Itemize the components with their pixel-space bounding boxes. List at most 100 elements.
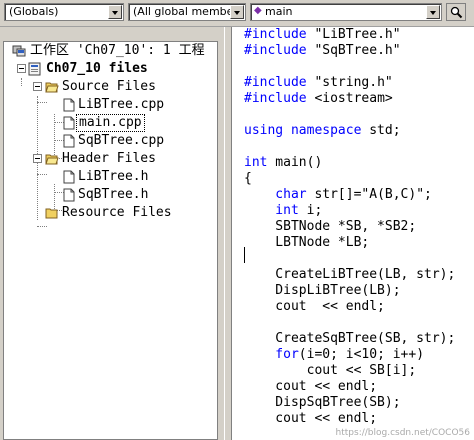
file-icon xyxy=(63,134,75,148)
function-combo-value: main xyxy=(265,5,293,18)
code-line: #include <iostream> xyxy=(244,91,393,107)
code-text: cout << endl; xyxy=(244,411,378,426)
file-label: LiBTree.cpp xyxy=(78,97,165,112)
code-text: { xyxy=(244,171,252,186)
chevron-down-icon[interactable] xyxy=(108,5,122,19)
members-combo-value: (All global members xyxy=(133,5,244,18)
members-combo[interactable]: (All global members xyxy=(128,3,246,21)
collapse-icon[interactable] xyxy=(33,82,42,91)
file-main-cpp[interactable]: main.cpp xyxy=(4,114,217,132)
file-sqbtree-h[interactable]: SqBTree.h xyxy=(4,186,217,204)
code-line: #include "string.h" xyxy=(244,75,393,91)
code-text: <iostream> xyxy=(306,91,393,106)
code-keyword: int xyxy=(244,155,268,170)
code-keyword: for xyxy=(244,347,299,362)
code-line: SBTNode *SB, *SB2; xyxy=(244,219,416,235)
code-text: DispSqBTree(SB); xyxy=(244,395,401,410)
folder-open-icon xyxy=(45,154,59,165)
code-editor[interactable]: #include "LiBTree.h" #include "SqBTree.h"… xyxy=(232,27,474,440)
folder-header-files[interactable]: Header Files xyxy=(4,150,217,168)
folder-icon xyxy=(45,208,58,219)
file-libtree-cpp[interactable]: LiBTree.cpp xyxy=(4,96,217,114)
code-keyword: using namespace xyxy=(244,123,362,138)
workspace-root[interactable]: 工作区 'Ch07_10': 1 工程 xyxy=(4,42,217,60)
code-line: LBTNode *LB; xyxy=(244,235,369,251)
code-line: char str[]="A(B,C)"; xyxy=(244,187,432,203)
find-button[interactable] xyxy=(446,3,466,21)
collapse-icon[interactable] xyxy=(33,154,42,163)
code-line: #include "LiBTree.h" xyxy=(244,27,401,43)
project-node[interactable]: Ch07_10 files xyxy=(4,60,217,78)
code-line: #include "SqBTree.h" xyxy=(244,43,401,59)
code-line: cout << endl; xyxy=(244,379,377,395)
file-icon xyxy=(63,170,75,184)
code-text: CreateLiBTree(LB, str); xyxy=(244,267,456,282)
code-line: using namespace std; xyxy=(244,123,401,139)
workspace-panel: 工作区 'Ch07_10': 1 工程 Ch07_10 files Source… xyxy=(0,27,224,440)
file-icon xyxy=(63,188,75,202)
watermark: https://blog.csdn.net/COCO56 xyxy=(335,428,470,438)
workspace-label: 工作区 'Ch07_10': 1 工程 xyxy=(30,43,205,58)
code-line: DispLiBTree(LB); xyxy=(244,283,401,299)
code-text: SBTNode *SB, *SB2; xyxy=(244,219,417,234)
chevron-down-icon[interactable] xyxy=(230,5,244,19)
folder-label: Header Files xyxy=(62,151,156,166)
find-icon xyxy=(450,6,463,19)
folder-resource-files[interactable]: Resource Files xyxy=(4,204,217,222)
code-keyword: int xyxy=(244,203,299,218)
file-label: SqBTree.h xyxy=(78,187,149,202)
collapse-icon[interactable] xyxy=(17,64,26,73)
code-line: for(i=0; i<10; i++) xyxy=(244,347,424,363)
code-keyword: char xyxy=(244,187,307,202)
file-label-selected: main.cpp xyxy=(76,114,145,132)
file-sqbtree-cpp[interactable]: SqBTree.cpp xyxy=(4,132,217,150)
folder-label: Resource Files xyxy=(62,205,172,220)
code-text: str[]="A(B,C)"; xyxy=(306,187,432,202)
wizard-bar: (Globals) (All global members ◆ main xyxy=(0,0,474,27)
code-line: cout << endl; xyxy=(244,299,385,315)
file-label: SqBTree.cpp xyxy=(78,133,165,148)
code-line: CreateSqBTree(SB, str); xyxy=(244,331,455,347)
scope-combo-value: (Globals) xyxy=(9,5,59,18)
purple-diamond-icon: ◆ xyxy=(254,5,262,16)
code-line: cout << endl; xyxy=(244,411,377,427)
file-label: LiBTree.h xyxy=(78,169,149,184)
code-line: CreateLiBTree(LB, str); xyxy=(244,267,455,283)
file-tree: 工作区 'Ch07_10': 1 工程 Ch07_10 files Source… xyxy=(3,41,218,440)
code-text: (i=0; i<10; i++) xyxy=(298,347,425,362)
code-text: DispLiBTree(LB); xyxy=(244,283,401,298)
code-text: cout << endl; xyxy=(244,299,385,314)
code-keyword: #include xyxy=(244,91,307,106)
code-text: std; xyxy=(361,123,401,138)
project-icon xyxy=(28,62,41,76)
file-libtree-h[interactable]: LiBTree.h xyxy=(4,168,217,186)
panel-splitter[interactable] xyxy=(224,27,232,440)
folder-label: Source Files xyxy=(62,79,156,94)
text-caret xyxy=(244,247,245,263)
folder-open-icon xyxy=(45,82,59,93)
code-line: { xyxy=(244,171,252,187)
code-text: "string.h" xyxy=(306,75,393,90)
code-text: CreateSqBTree(SB, str); xyxy=(244,331,456,346)
code-keyword: #include xyxy=(244,27,307,42)
code-line: DispSqBTree(SB); xyxy=(244,395,401,411)
code-line: int main() xyxy=(244,155,322,171)
workspace-icon xyxy=(12,45,26,57)
code-line: cout << SB[i]; xyxy=(244,363,417,379)
code-text: LBTNode *LB; xyxy=(244,235,370,250)
file-icon xyxy=(63,98,75,112)
scope-combo[interactable]: (Globals) xyxy=(4,3,124,21)
code-text: cout << endl; xyxy=(244,379,378,394)
project-label: Ch07_10 files xyxy=(46,61,148,76)
code-text: cout << SB[i]; xyxy=(244,363,417,378)
code-line: int i; xyxy=(244,203,322,219)
folder-source-files[interactable]: Source Files xyxy=(4,78,217,96)
chevron-down-icon[interactable] xyxy=(426,5,440,19)
file-icon xyxy=(63,116,75,130)
code-keyword: #include xyxy=(244,75,307,90)
function-combo[interactable]: ◆ main xyxy=(250,3,442,21)
code-text: main() xyxy=(267,155,323,170)
code-text: "LiBTree.h" xyxy=(306,27,401,42)
code-text: i; xyxy=(298,203,323,218)
code-text: "SqBTree.h" xyxy=(306,43,401,58)
